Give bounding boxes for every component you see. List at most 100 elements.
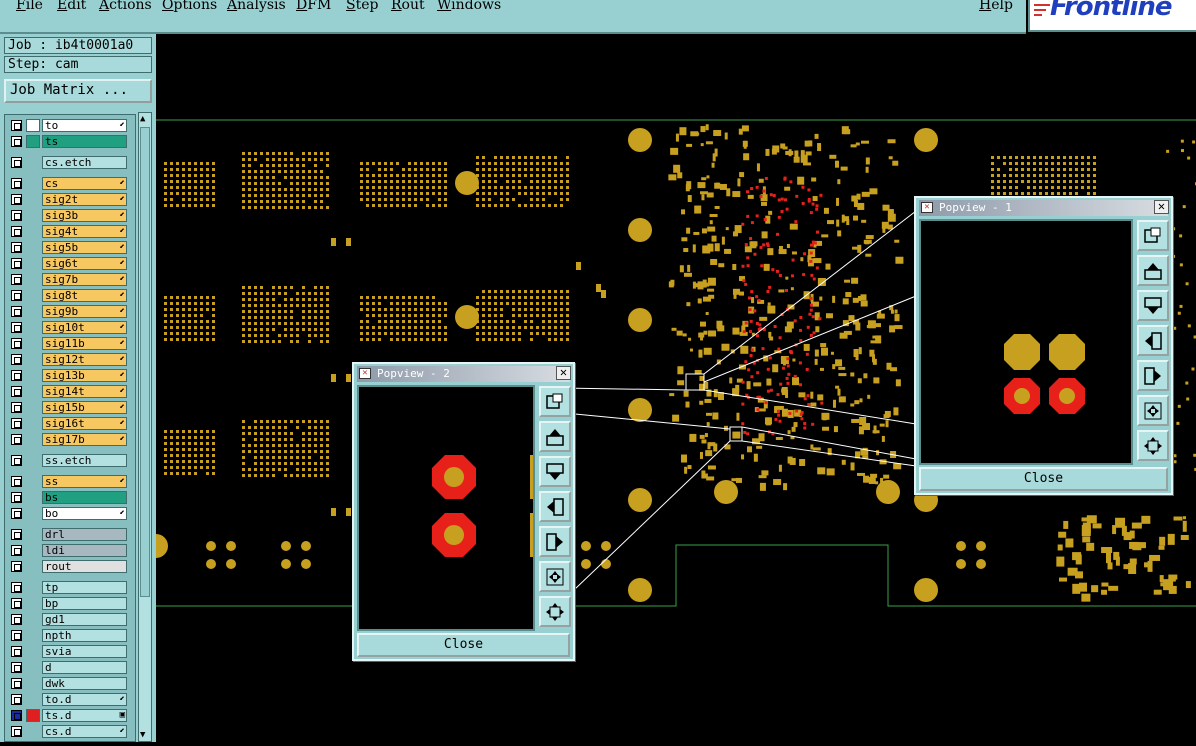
popview-2-close-button[interactable]: Close [357,633,570,657]
layer-color-swatch[interactable] [26,273,40,286]
layer-color-swatch[interactable] [26,417,40,430]
popview-2-titlebar[interactable]: ✕ Popview - 2 [357,366,570,382]
layer-name[interactable]: d [42,661,127,674]
layer-color-swatch[interactable] [26,491,40,504]
menu-windows[interactable]: Windows [437,0,501,13]
layer-name[interactable]: ldi [42,544,127,557]
popview-1-titlebar[interactable]: ✕ Popview - 1 [919,200,1168,216]
layer-name[interactable]: drl [42,528,127,541]
layer-name[interactable]: to ⬋ [42,119,127,132]
pan-up-button[interactable] [1137,255,1169,286]
job-matrix-button[interactable]: Job Matrix ... [4,79,152,103]
layer-checkbox[interactable] [11,322,22,333]
layer-checkbox[interactable] [11,157,22,168]
layer-color-swatch[interactable] [26,353,40,366]
layer-row-sig8t[interactable]: sig8t ⬋ [9,289,127,302]
menu-analysis[interactable]: Analysis [227,0,286,13]
layer-row-sig15b[interactable]: sig15b ⬋ [9,401,127,414]
menu-rout[interactable]: Rout [391,0,425,13]
layer-color-swatch[interactable] [26,725,40,738]
layer-checkbox[interactable] [11,694,22,705]
layer-name[interactable]: sig13b ⬋ [42,369,127,382]
layer-name[interactable]: sig15b ⬋ [42,401,127,414]
layer-color-swatch[interactable] [26,225,40,238]
layer-checkbox[interactable] [11,614,22,625]
layer-checkbox[interactable] [11,630,22,641]
layer-name[interactable]: sig3b ⬋ [42,209,127,222]
layer-row-ldi[interactable]: ldi [9,544,127,557]
popview-1-canvas[interactable] [919,219,1133,465]
layer-color-swatch[interactable] [26,433,40,446]
layer-checkbox[interactable] [11,455,22,466]
layer-checkbox[interactable] [11,545,22,556]
layer-color-swatch[interactable] [26,581,40,594]
layer-checkbox[interactable] [11,306,22,317]
layer-color-swatch[interactable] [26,119,40,132]
layer-row-tp[interactable]: tp [9,581,127,594]
layer-name[interactable]: ts.d ▣ [42,709,127,722]
layer-name[interactable]: dwk [42,677,127,690]
layer-color-swatch[interactable] [26,369,40,382]
menu-edit[interactable]: Edit [57,0,86,13]
layer-checkbox[interactable] [11,561,22,572]
layer-color-swatch[interactable] [26,135,40,148]
layer-row-bp[interactable]: bp [9,597,127,610]
layer-name[interactable]: sig7b ⬋ [42,273,127,286]
layer-name[interactable]: cs ⬋ [42,177,127,190]
layer-name[interactable]: rout [42,560,127,573]
layer-checkbox[interactable] [11,726,22,737]
zoom-home-button[interactable] [539,386,571,417]
layer-checkbox[interactable] [11,338,22,349]
zoom-home-button[interactable] [1137,220,1169,251]
layer-color-swatch[interactable] [26,454,40,467]
layer-row-sig2t[interactable]: sig2t ⬋ [9,193,127,206]
menu-help[interactable]: Help [979,0,1013,13]
layer-row-sig14t[interactable]: sig14t ⬋ [9,385,127,398]
layer-row-sig7b[interactable]: sig7b ⬋ [9,273,127,286]
layer-color-swatch[interactable] [26,560,40,573]
menu-options[interactable]: Options [162,0,217,13]
layer-name[interactable]: bp [42,597,127,610]
layer-checkbox[interactable] [11,274,22,285]
layer-row-sig10t[interactable]: sig10t ⬋ [9,321,127,334]
menu-file[interactable]: File [16,0,43,13]
zoom-out-button[interactable] [539,596,571,627]
layer-name[interactable]: cs.d ⬋ [42,725,127,738]
layer-name[interactable]: sig6t ⬋ [42,257,127,270]
popview-1-close-button[interactable]: Close [919,467,1168,491]
layer-name[interactable]: sig12t ⬋ [42,353,127,366]
layer-checkbox[interactable] [11,582,22,593]
layer-name[interactable]: ss ⬋ [42,475,127,488]
pan-right-button[interactable] [539,526,571,557]
layer-name[interactable]: sig10t ⬋ [42,321,127,334]
popview-1-close-icon[interactable]: ✕ [1154,200,1169,214]
pan-left-button[interactable] [539,491,571,522]
layer-name[interactable]: sig16t ⬋ [42,417,127,430]
layer-row-sig9b[interactable]: sig9b ⬋ [9,305,127,318]
layer-checkbox[interactable] [11,492,22,503]
layer-color-swatch[interactable] [26,177,40,190]
scroll-up-icon[interactable]: ▲ [140,114,145,124]
layer-row-ts[interactable]: ts [9,135,127,148]
layer-color-swatch[interactable] [26,385,40,398]
zoom-in-button[interactable] [1137,395,1169,426]
layer-name[interactable]: sig14t ⬋ [42,385,127,398]
layer-color-swatch[interactable] [26,401,40,414]
layer-color-swatch[interactable] [26,693,40,706]
layer-row-bo[interactable]: bo ⬋ [9,507,127,520]
layer-checkbox[interactable] [11,354,22,365]
layer-color-swatch[interactable] [26,209,40,222]
layer-row-sig16t[interactable]: sig16t ⬋ [9,417,127,430]
layer-color-swatch[interactable] [26,289,40,302]
pan-down-button[interactable] [1137,290,1169,321]
layer-row-npth[interactable]: npth [9,629,127,642]
layer-row-ss-etch[interactable]: ss.etch [9,454,127,467]
layer-color-swatch[interactable] [26,613,40,626]
layer-row-d[interactable]: d [9,661,127,674]
layer-name[interactable]: bs [42,491,127,504]
layer-color-swatch[interactable] [26,629,40,642]
layer-row-cs[interactable]: cs ⬋ [9,177,127,190]
layer-row-dwk[interactable]: dwk [9,677,127,690]
layer-checkbox[interactable] [11,136,22,147]
layer-color-swatch[interactable] [26,337,40,350]
